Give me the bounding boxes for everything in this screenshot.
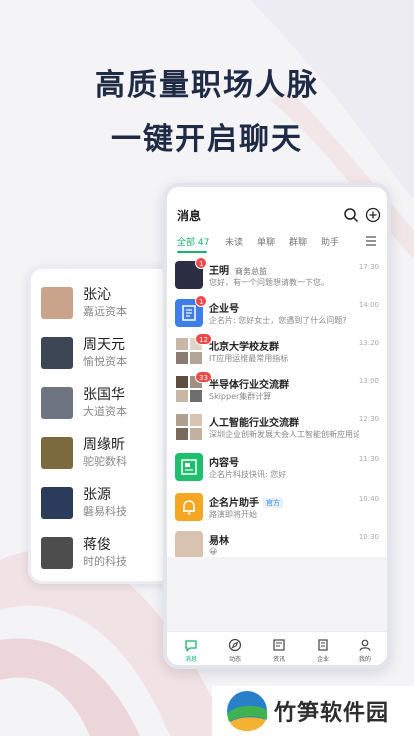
nav-label: 消息 <box>184 656 197 663</box>
bottom-nav: 消息 动态 资讯 企业 我的 <box>167 631 387 665</box>
nav-enterprise[interactable]: 企业 <box>303 638 343 663</box>
nav-label: 动态 <box>228 656 241 663</box>
avatar <box>175 531 203 559</box>
message-preview: 您好，有一个问题想请教一下您。 <box>209 278 329 287</box>
message-name: 企名片助手 <box>209 498 259 509</box>
chat-icon <box>185 640 197 652</box>
message-name: 北京大学校友群 <box>209 342 279 353</box>
building-icon <box>318 639 328 651</box>
nav-label: 我的 <box>358 656 371 663</box>
tab-underline <box>177 251 207 253</box>
message-preview: 企名片: 您好女士，您遇到了什么问题? <box>209 316 347 325</box>
message-item[interactable]: 人工智能行业交流群 深圳企业创新发展大会人工智能创新应用论坛 12:30 <box>167 409 387 447</box>
search-icon[interactable] <box>343 207 359 223</box>
message-preview: 深圳企业创新发展大会人工智能创新应用论坛 <box>209 430 359 439</box>
contact-org: 磐易科技 <box>83 505 127 518</box>
group-avatar <box>175 413 203 441</box>
user-icon <box>359 639 371 651</box>
message-time: 10:30 <box>358 533 379 541</box>
message-time: 12:30 <box>358 415 379 423</box>
contact-name: 张源 <box>83 487 111 503</box>
message-preview: IT应用运维最常用指标 <box>209 354 289 363</box>
message-name: 王明 <box>209 266 229 277</box>
contact-org: 驼驼数科 <box>83 455 127 468</box>
page-title: 消息 <box>177 209 202 223</box>
tab-group-chat[interactable]: 群聊 <box>289 235 307 248</box>
watermark-logo <box>227 691 267 731</box>
nav-messages[interactable]: 消息 <box>171 638 211 663</box>
contact-avatar <box>41 487 73 519</box>
contact-item[interactable]: 周缘昕 驼驼数科 <box>41 433 175 473</box>
contact-avatar <box>41 437 73 469</box>
tab-assistant[interactable]: 助手 <box>321 235 339 248</box>
nav-label: 资讯 <box>272 656 285 663</box>
tab-unread[interactable]: 未读 <box>225 235 243 248</box>
contact-name: 张沁 <box>83 287 111 303</box>
message-time: 14:00 <box>358 301 379 309</box>
contact-org: 嘉远资本 <box>83 305 127 318</box>
contact-item[interactable]: 张源 磐易科技 <box>41 483 175 523</box>
watermark: 竹笋软件园 <box>212 686 414 736</box>
headline-line-2: 一键开启聊天 <box>111 122 303 157</box>
contact-name: 周天元 <box>83 337 125 353</box>
menu-icon[interactable] <box>365 235 377 247</box>
message-preview: 😀 <box>209 547 218 556</box>
message-time: 13:00 <box>358 377 379 385</box>
top-bar: 消息 <box>167 187 387 231</box>
message-name: 半导体行业交流群 <box>209 380 289 391</box>
message-item[interactable]: 内容号 企名片科技快讯: 您好 11:30 <box>167 449 387 487</box>
message-item[interactable]: 企名片助手 官方 路演即将开始 10:40 <box>167 489 387 527</box>
contact-item[interactable]: 周天元 愉悦资本 <box>41 333 175 373</box>
contact-avatar <box>41 387 73 419</box>
message-item[interactable]: 1 王明 商务总监 您好，有一个问题想请教一下您。 17:30 <box>167 257 387 295</box>
plus-circle-icon[interactable] <box>365 207 381 223</box>
tab-bar: 全部 47 未读 单聊 群聊 助手 <box>167 231 387 253</box>
contacts-card: 张沁嘉远资本 周天元愉悦资本 张国华大道资本 周缘昕驼驼数科 张源磐易科技 蒋俊… <box>28 266 178 584</box>
contact-avatar <box>41 537 73 569</box>
message-preview: 路演即将开始 <box>209 510 257 519</box>
contact-name: 蒋俊 <box>83 537 111 553</box>
news-icon <box>273 639 285 651</box>
contact-avatar <box>41 337 73 369</box>
bell-icon <box>175 493 203 521</box>
tab-single-chat[interactable]: 单聊 <box>257 235 275 248</box>
message-item[interactable]: 33 半导体行业交流群 Skipper集群计算 13:00 <box>167 371 387 409</box>
message-name: 内容号 <box>209 458 239 469</box>
contact-item[interactable]: 张国华 大道资本 <box>41 383 175 423</box>
contact-org: 愉悦资本 <box>83 355 127 368</box>
nav-label: 企业 <box>316 656 329 663</box>
contact-name: 周缘昕 <box>83 437 125 453</box>
message-name: 易林 <box>209 536 229 547</box>
empty-area <box>167 557 387 637</box>
tab-all[interactable]: 全部 47 <box>177 235 209 248</box>
compass-icon <box>228 638 242 652</box>
message-name: 人工智能行业交流群 <box>209 418 299 429</box>
contact-item[interactable]: 蒋俊 时的科技 <box>41 533 175 573</box>
message-title: 商务总监 <box>235 267 267 276</box>
nav-feed[interactable]: 动态 <box>215 638 255 663</box>
unread-badge: 1 <box>195 257 208 269</box>
message-preview: Skipper集群计算 <box>209 392 272 401</box>
message-time: 17:30 <box>358 263 379 271</box>
unread-badge: 1 <box>195 295 208 307</box>
contact-item[interactable]: 张沁 嘉远资本 <box>41 283 175 323</box>
message-time: 13:20 <box>358 339 379 347</box>
contact-org: 大道资本 <box>83 405 127 418</box>
contact-avatar <box>41 287 73 319</box>
message-item[interactable]: 12 北京大学校友群 IT应用运维最常用指标 13:20 <box>167 333 387 371</box>
message-time: 10:40 <box>358 495 379 503</box>
nav-news[interactable]: 资讯 <box>259 638 299 663</box>
headline-line-1: 高质量职场人脉 <box>95 68 319 103</box>
contact-name: 张国华 <box>83 387 125 403</box>
message-item[interactable]: 1 企业号 企名片: 您好女士，您遇到了什么问题? 14:00 <box>167 295 387 333</box>
official-tag: 官方 <box>263 498 283 508</box>
content-icon <box>175 453 203 481</box>
watermark-text: 竹笋软件园 <box>274 701 390 726</box>
message-preview: 企名片科技快讯: 您好 <box>209 470 287 479</box>
message-name: 企业号 <box>209 304 239 315</box>
message-time: 11:30 <box>358 455 379 463</box>
contact-org: 时的科技 <box>83 555 127 568</box>
nav-me[interactable]: 我的 <box>345 638 385 663</box>
phone-mockup: 消息 全部 47 未读 单聊 群聊 助手 1 王明 商务总监 您好，有一个问题想请… <box>163 183 391 669</box>
